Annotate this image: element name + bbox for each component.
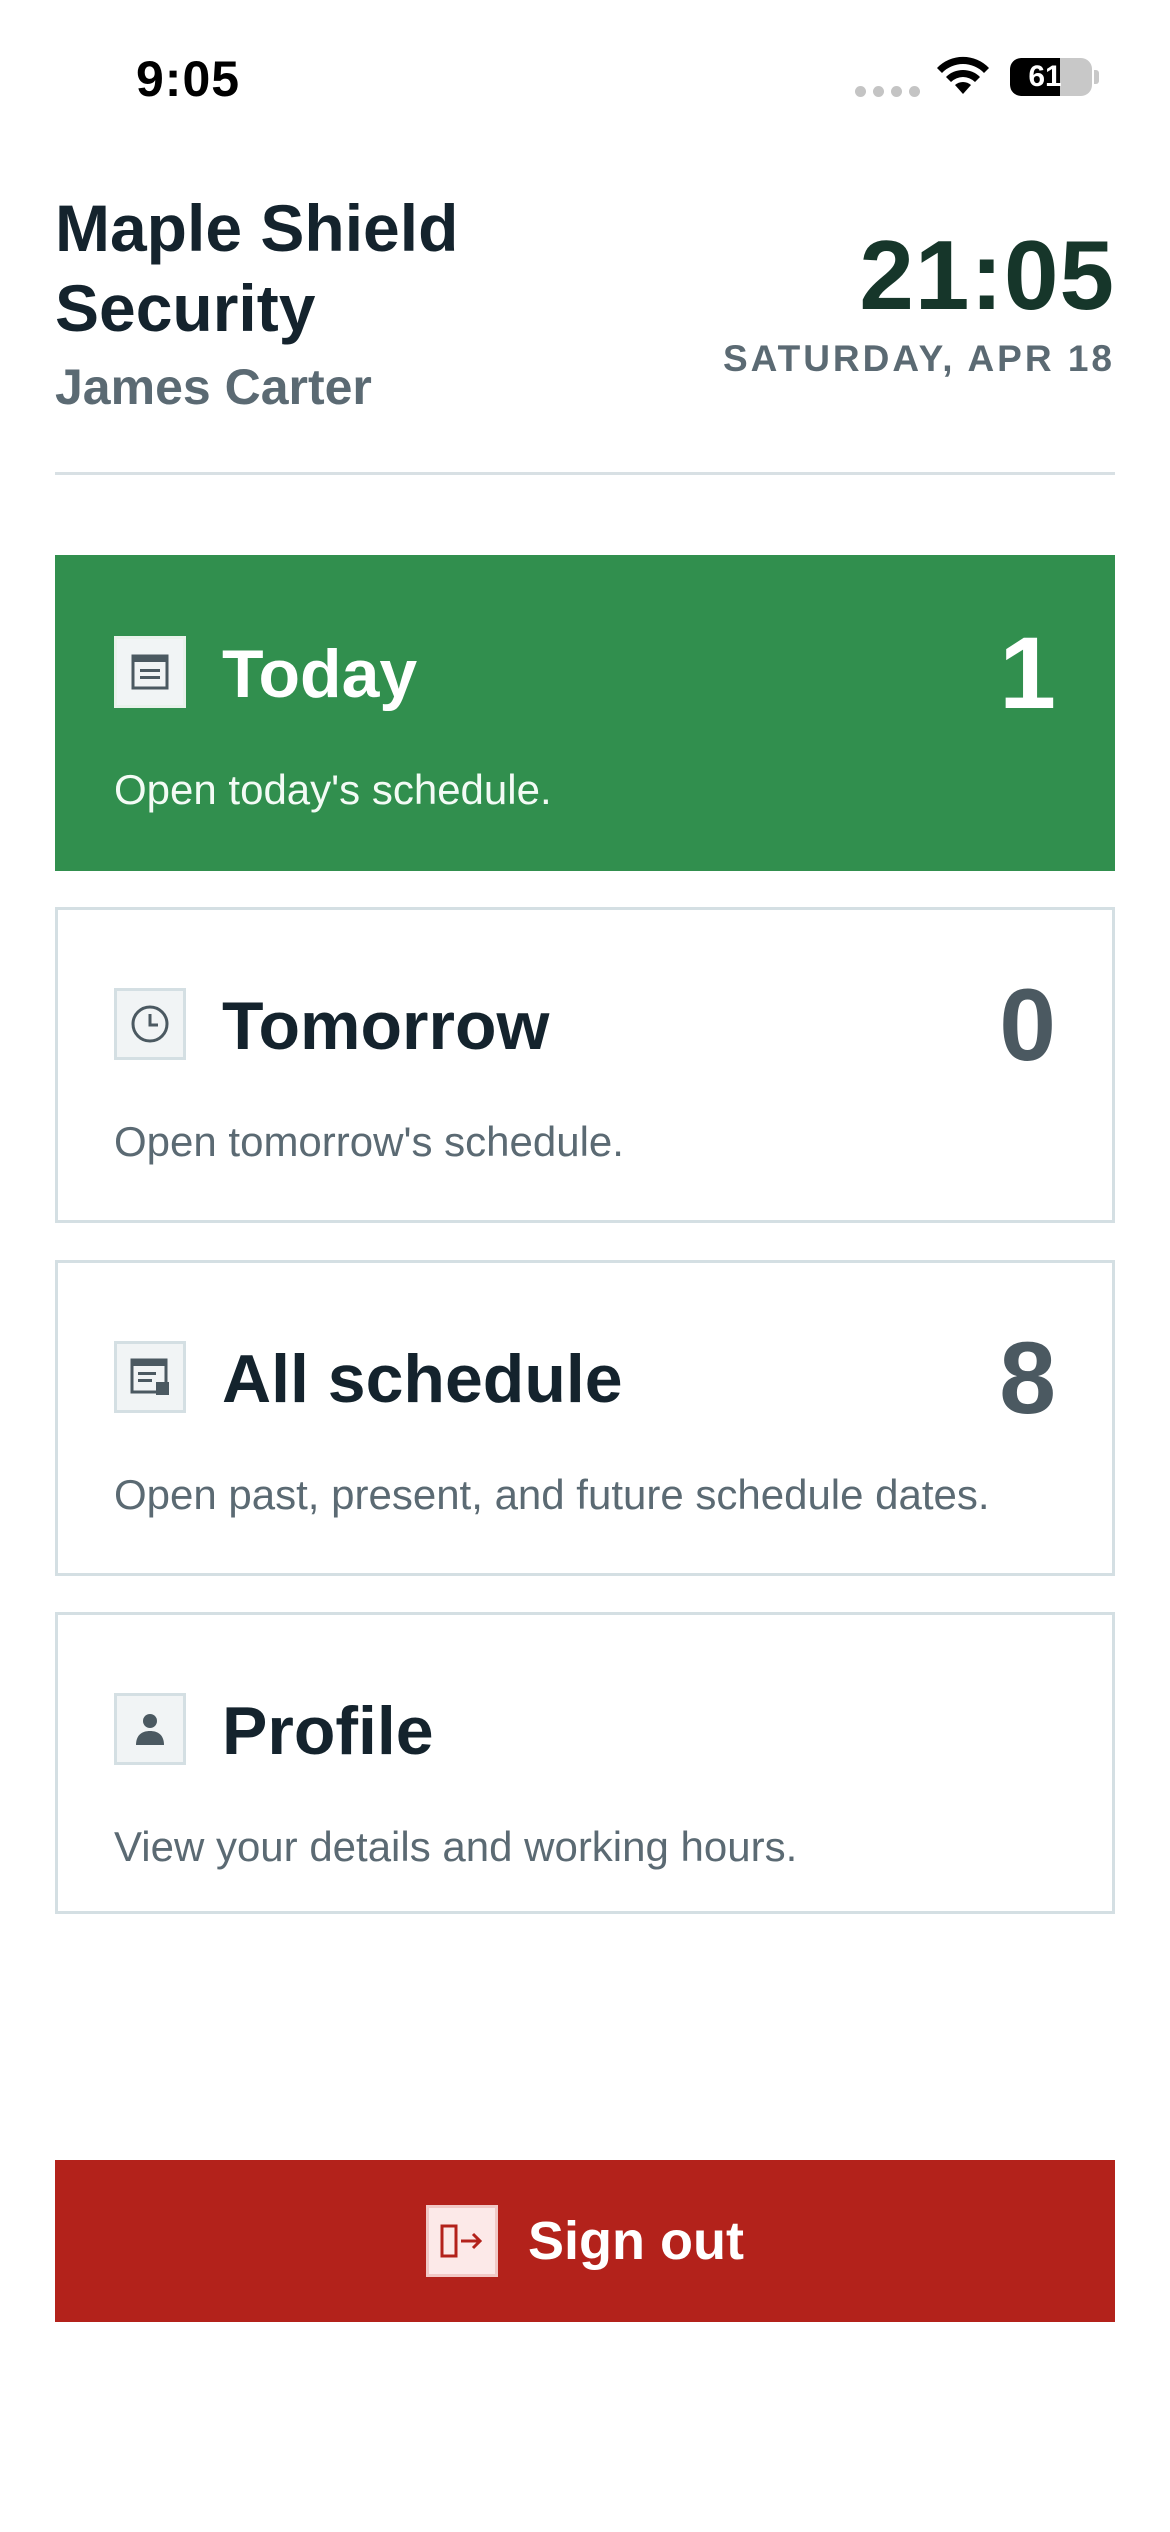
- current-date: SATURDAY, APR 18: [722, 338, 1115, 379]
- schedule-list-icon: [114, 1341, 186, 1413]
- battery-level: 61: [1028, 60, 1062, 93]
- all-schedule-title: All schedule: [222, 1341, 623, 1417]
- clock-icon: [114, 988, 186, 1060]
- status-time: 9:05: [136, 51, 241, 107]
- calendar-icon: [114, 636, 186, 708]
- battery-icon: 61: [1010, 58, 1092, 96]
- tomorrow-card[interactable]: Tomorrow 0 Open tomorrow's schedule.: [55, 907, 1115, 1223]
- tomorrow-title: Tomorrow: [222, 988, 550, 1064]
- all-schedule-description: Open past, present, and future schedule …: [114, 1471, 990, 1518]
- tomorrow-count: 0: [999, 968, 1056, 1082]
- sign-out-label: Sign out: [528, 2211, 744, 2271]
- current-time: 21:05: [859, 220, 1115, 330]
- person-icon: [114, 1693, 186, 1765]
- tomorrow-description: Open tomorrow's schedule.: [114, 1118, 624, 1165]
- header-divider: [55, 472, 1115, 475]
- user-name: James Carter: [55, 359, 372, 415]
- today-count: 1: [999, 616, 1056, 730]
- status-bar: 9:05 61: [0, 0, 1170, 150]
- all-schedule-count: 8: [999, 1321, 1056, 1435]
- sign-out-button[interactable]: Sign out: [55, 2160, 1115, 2322]
- battery-cap: [1094, 70, 1099, 84]
- profile-card[interactable]: Profile View your details and working ho…: [55, 1612, 1115, 1914]
- all-schedule-card[interactable]: All schedule 8 Open past, present, and f…: [55, 1260, 1115, 1576]
- today-card[interactable]: Today 1 Open today's schedule.: [55, 555, 1115, 871]
- today-description: Open today's schedule.: [114, 766, 552, 813]
- today-title: Today: [222, 636, 418, 712]
- cellular-signal-icon: [855, 86, 920, 97]
- company-name: Maple Shield Security: [55, 191, 459, 345]
- profile-description: View your details and working hours.: [114, 1823, 798, 1870]
- sign-out-icon: [426, 2205, 499, 2277]
- profile-title: Profile: [222, 1693, 434, 1769]
- wifi-icon: [937, 56, 989, 94]
